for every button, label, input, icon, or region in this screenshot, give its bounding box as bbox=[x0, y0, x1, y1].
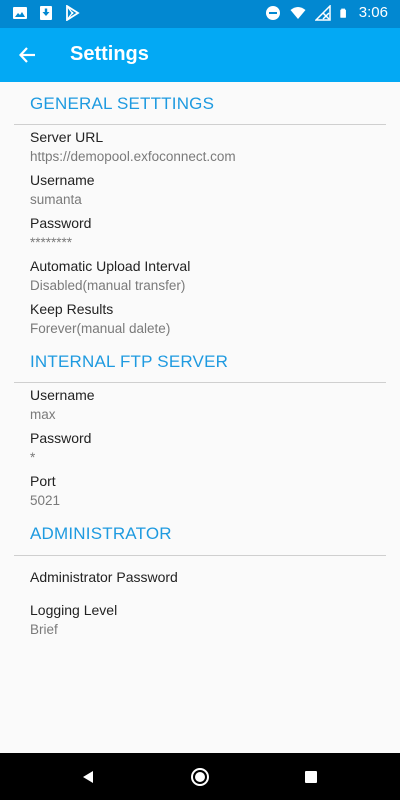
nav-back-button[interactable] bbox=[76, 765, 100, 789]
status-bar: 3:06 bbox=[0, 0, 400, 28]
pref-ftp-password[interactable]: Password * bbox=[30, 429, 370, 467]
pref-title: Server URL bbox=[30, 129, 104, 145]
pref-summary: max bbox=[30, 407, 56, 422]
pref-summary: Forever(manual dalete) bbox=[30, 321, 171, 336]
arrow-back-icon bbox=[18, 47, 35, 63]
download-icon bbox=[40, 6, 52, 20]
app-bar: Settings bbox=[0, 28, 400, 82]
divider bbox=[14, 124, 386, 125]
pref-title: Password bbox=[30, 430, 92, 446]
pref-title: Keep Results bbox=[30, 301, 114, 317]
pref-summary: Brief bbox=[30, 622, 58, 637]
pref-password[interactable]: Password ******** bbox=[30, 214, 370, 252]
back-button[interactable] bbox=[12, 39, 44, 71]
pref-ftp-port[interactable]: Port 5021 bbox=[30, 472, 370, 510]
pref-title: Username bbox=[30, 172, 95, 188]
battery-icon bbox=[340, 8, 346, 18]
pref-summary: * bbox=[30, 450, 36, 465]
section-header-general: GENERAL SETTTINGS bbox=[30, 94, 215, 113]
pref-logging-level[interactable]: Logging Level Brief bbox=[30, 601, 370, 639]
do-not-disturb-icon bbox=[265, 5, 280, 20]
pref-title: Username bbox=[30, 387, 95, 403]
pref-upload-interval[interactable]: Automatic Upload Interval Disabled(manua… bbox=[30, 257, 370, 295]
section-header-ftp: INTERNAL FTP SERVER bbox=[30, 352, 229, 371]
signal-icon bbox=[314, 4, 331, 21]
nav-recents-button[interactable] bbox=[299, 765, 323, 789]
pref-title: Port bbox=[30, 473, 56, 489]
play-store-icon bbox=[66, 5, 80, 21]
pref-server-url[interactable]: Server URL https://demopool.exfoconnect.… bbox=[30, 128, 370, 166]
home-circle-icon bbox=[191, 768, 209, 786]
page-title: Settings bbox=[70, 43, 149, 65]
pref-ftp-username[interactable]: Username max bbox=[30, 386, 370, 424]
divider bbox=[14, 382, 386, 383]
pref-admin-password[interactable]: Administrator Password bbox=[30, 568, 370, 586]
pref-summary: sumanta bbox=[30, 192, 82, 207]
back-triangle-icon bbox=[83, 771, 93, 783]
pref-title: Password bbox=[30, 215, 92, 231]
pref-keep-results[interactable]: Keep Results Forever(manual dalete) bbox=[30, 300, 370, 338]
recents-square-icon bbox=[305, 771, 317, 783]
nav-home-button[interactable] bbox=[188, 765, 212, 789]
pref-title: Logging Level bbox=[30, 602, 118, 618]
section-header-admin: ADMINISTRATOR bbox=[30, 524, 172, 543]
pref-title: Automatic Upload Interval bbox=[30, 258, 191, 274]
wifi-icon bbox=[290, 6, 306, 19]
status-time: 3:06 bbox=[358, 4, 388, 21]
pref-title: Administrator Password bbox=[30, 569, 178, 585]
pref-summary: https://demopool.exfoconnect.com bbox=[30, 149, 236, 164]
divider bbox=[14, 555, 386, 556]
pref-username[interactable]: Username sumanta bbox=[30, 171, 370, 209]
pref-summary: Disabled(manual transfer) bbox=[30, 278, 186, 293]
pref-summary: ******** bbox=[30, 235, 73, 250]
image-icon bbox=[13, 7, 27, 19]
navigation-bar bbox=[0, 753, 400, 800]
pref-summary: 5021 bbox=[30, 493, 61, 508]
